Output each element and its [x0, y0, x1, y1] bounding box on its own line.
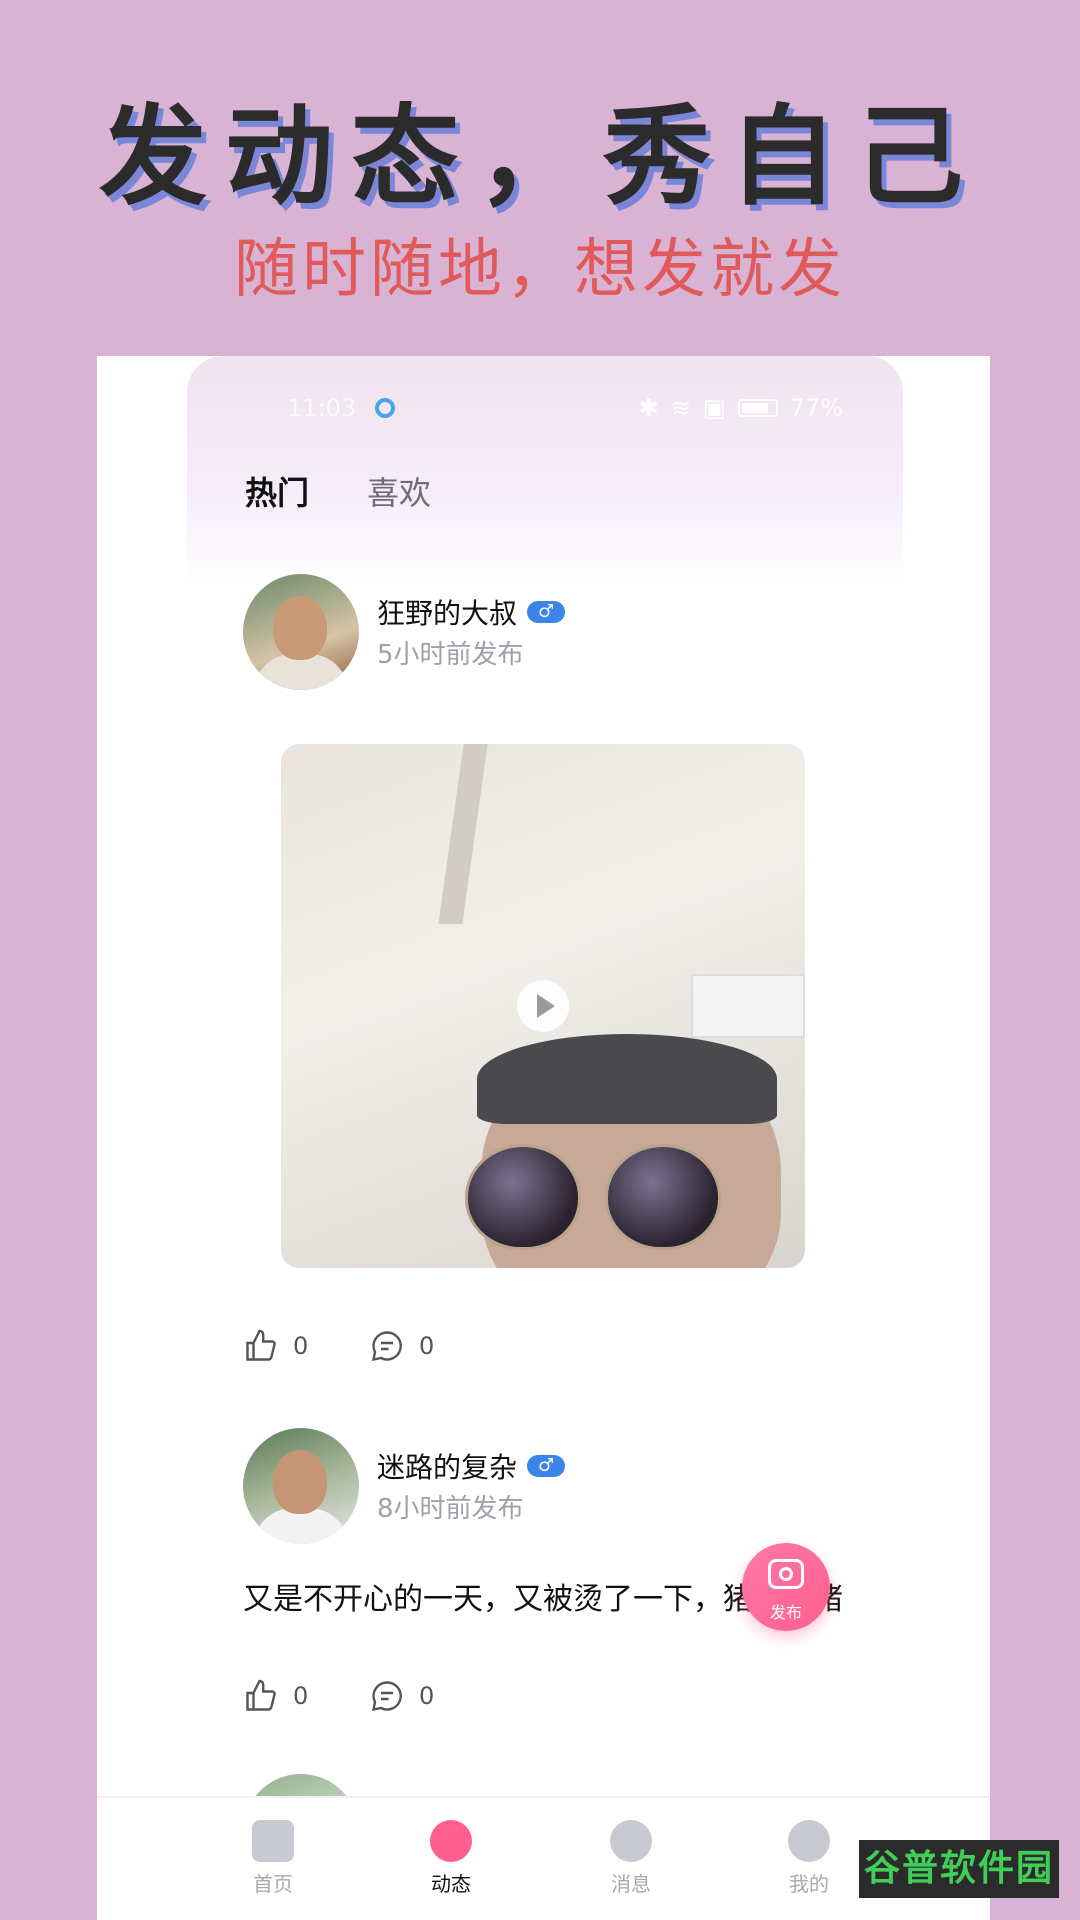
comment-button[interactable]: 0: [369, 1328, 495, 1364]
watermark: 谷普软件园: [859, 1840, 1059, 1898]
play-icon[interactable]: [517, 980, 569, 1032]
post-author[interactable]: 迷路的复杂 ♂: [377, 1446, 566, 1486]
post-time: 5小时前发布: [377, 640, 524, 670]
publish-label: 发布: [769, 1603, 802, 1622]
like-button[interactable]: 0: [243, 1328, 369, 1364]
like-button[interactable]: 0: [243, 1678, 369, 1714]
thumbs-up-icon: [246, 1329, 276, 1361]
status-icons: ✱ ≋ ▣ 77%: [639, 394, 843, 422]
nav-home-label: 首页: [253, 1872, 293, 1896]
comment-count: 0: [419, 1332, 435, 1360]
compass-icon: [430, 1820, 472, 1862]
tab-hot[interactable]: 热门: [245, 468, 309, 514]
air-conditioner: [691, 974, 805, 1038]
gender-badge: ♂: [527, 601, 566, 623]
post-time: 8小时前发布: [377, 1494, 524, 1524]
nav-messages-label: 消息: [611, 1872, 651, 1896]
post-author[interactable]: 狂野的大叔 ♂: [377, 592, 566, 632]
nav-profile-label: 我的: [789, 1872, 829, 1896]
battery-percent: 77%: [789, 394, 843, 422]
nav-feed-label: 动态: [431, 1872, 471, 1896]
feed-tabs: 热门 喜欢: [245, 468, 431, 514]
nav-home[interactable]: 首页: [213, 1798, 333, 1897]
comment-count: 0: [419, 1682, 435, 1710]
bottom-nav: 首页 动态 消息 我的: [97, 1796, 990, 1920]
avatar[interactable]: [243, 574, 359, 690]
home-icon: [252, 1820, 294, 1862]
app-notification-icon: [375, 398, 395, 418]
promo-subline: 随时随地，想发就发: [234, 233, 846, 307]
like-count: 0: [293, 1682, 309, 1710]
promo-headline: 发动态，秀自己: [98, 95, 981, 220]
comment-icon: [371, 1681, 402, 1712]
phone-screen: 11:03 ✱ ≋ ▣ 77% 热门 喜欢 狂野的大叔 ♂ 5小时前发布 0 0…: [97, 356, 990, 1920]
nav-feed[interactable]: 动态: [391, 1798, 511, 1897]
battery-icon: [737, 399, 778, 417]
app-header: 11:03 ✱ ≋ ▣ 77% 热门 喜欢: [187, 356, 903, 586]
post-actions: 0 0: [243, 1678, 495, 1714]
message-icon: [610, 1820, 652, 1862]
wifi-icon: ≋: [670, 394, 691, 422]
thumbs-up-icon: [246, 1679, 276, 1711]
bluetooth-icon: ✱: [638, 394, 659, 422]
tab-liked[interactable]: 喜欢: [367, 468, 431, 514]
comment-icon: [371, 1331, 402, 1362]
status-time: 11:03: [287, 394, 357, 422]
nav-messages[interactable]: 消息: [571, 1798, 691, 1897]
comment-button[interactable]: 0: [369, 1678, 495, 1714]
username[interactable]: 迷路的复杂: [377, 1446, 517, 1486]
like-count: 0: [293, 1332, 309, 1360]
watermark-text: 谷普软件园: [863, 1848, 1054, 1889]
post-actions: 0 0: [243, 1328, 495, 1364]
status-bar: 11:03 ✱ ≋ ▣ 77%: [187, 390, 903, 430]
video-thumbnail[interactable]: [281, 744, 805, 1268]
avatar[interactable]: [243, 1428, 359, 1544]
nav-profile[interactable]: 我的: [749, 1798, 869, 1897]
gender-badge: ♂: [527, 1455, 566, 1477]
profile-icon: [788, 1820, 830, 1862]
publish-button[interactable]: 发布: [742, 1543, 830, 1631]
username[interactable]: 狂野的大叔: [377, 592, 517, 632]
camera-icon: [768, 1559, 804, 1589]
sim-icon: ▣: [702, 394, 726, 422]
